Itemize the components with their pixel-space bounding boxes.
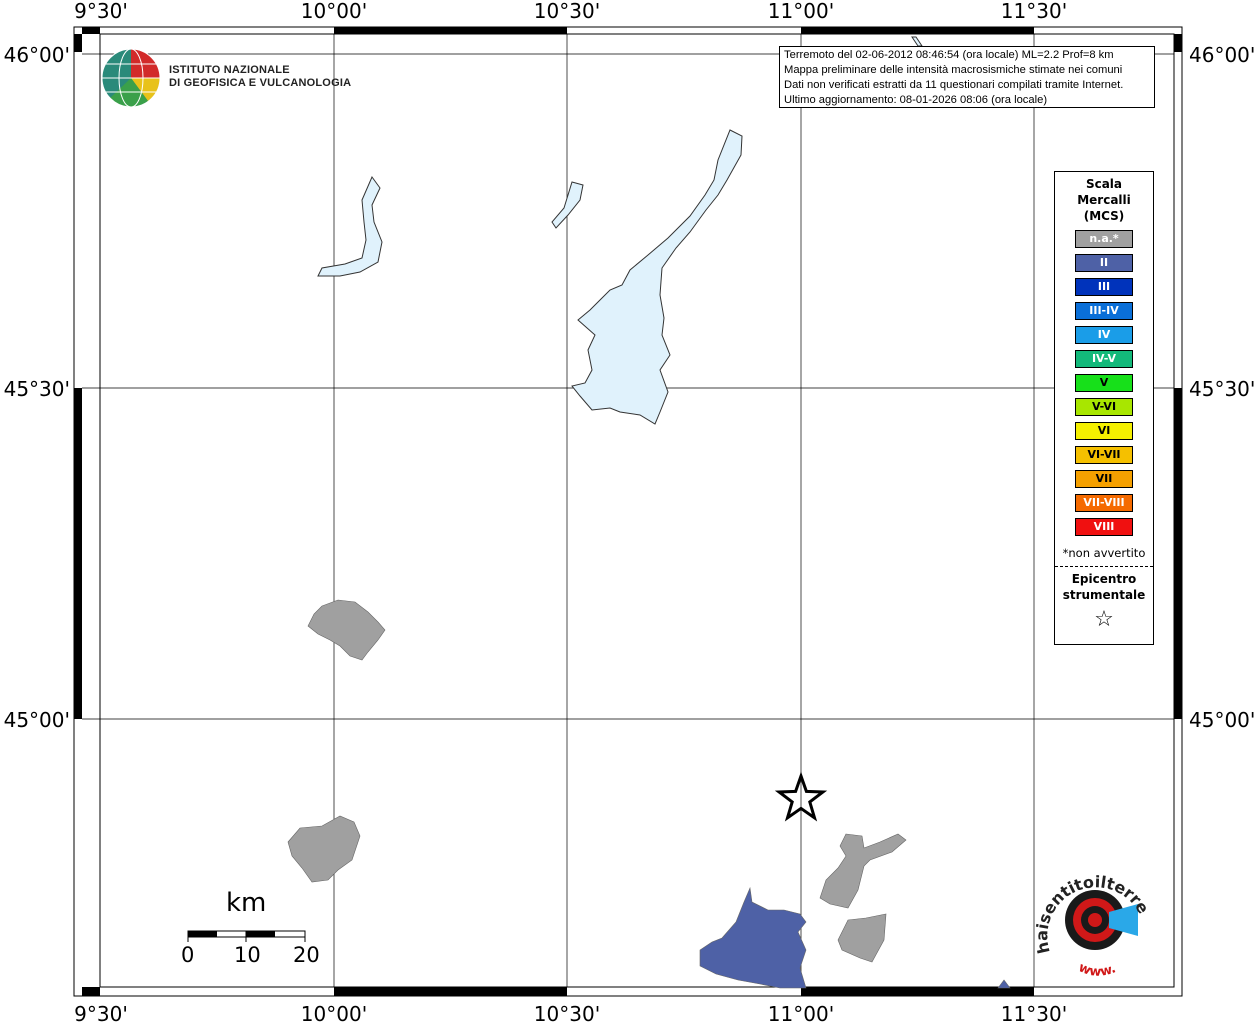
legend-swatch: II [1075,254,1133,272]
legend-title: Scala Mercalli (MCS) [1077,177,1131,223]
legend-note: *non avvertito [1062,546,1146,560]
svg-text:45°30': 45°30' [1189,377,1255,401]
ingv-logo-text: ISTITUTO NAZIONALE DI GEOFISICA E VULCAN… [169,64,351,90]
intensity-legend: Scala Mercalli (MCS) n.a.* II III III-IV IV I… [1054,171,1154,645]
left-lat-labels: 46°00' 45°30' 45°00' [4,43,70,732]
top-lon-labels: 9°30' 10°00' 10°30' 11°00' 11°30' [74,0,1067,23]
logo-line2: DI GEOFISICA E VULCANOLOGIA [169,77,352,89]
svg-text:11°30': 11°30' [1001,1002,1067,1024]
legend-swatch: IV [1075,326,1133,344]
svg-text:10°30': 10°30' [534,1002,600,1024]
legend-swatch: IV-V [1075,350,1133,368]
right-lat-labels: 46°00' 45°30' 45°00' [1189,43,1255,732]
legend-star-icon: ☆ [1094,607,1114,632]
legend-swatch: VI [1075,422,1133,440]
scale-label-10: 10 [234,943,261,967]
svg-text:45°00': 45°00' [4,708,70,732]
svg-text:11°00': 11°00' [768,1002,834,1024]
svg-text:46°00': 46°00' [4,43,70,67]
info-line2: Mappa preliminare delle intensità macros… [784,64,1123,76]
legend-swatch: V-VI [1075,398,1133,416]
svg-text:10°30': 10°30' [534,0,600,23]
svg-text:9°30': 9°30' [74,1002,128,1024]
svg-text:10°00': 10°00' [301,1002,367,1024]
hsit-logo-icon[interactable]: haisentitoilterremoto.it www. [1030,862,1160,982]
legend-swatch: VIII [1075,518,1133,536]
legend-items: n.a.* II III III-IV IV IV-V V V-VI VI VI-VII VII VI… [1055,230,1153,536]
ingv-globe-icon [101,48,161,108]
info-line4: Ultimo aggiornamento: 08-01-2026 08:06 (… [784,94,1048,106]
legend-swatch: III-IV [1075,302,1133,320]
logo-line1: ISTITUTO NAZIONALE [169,64,290,76]
svg-text:45°30': 45°30' [4,377,70,401]
legend-swatch: VII-VIII [1075,494,1133,512]
info-line3: Dati non verificati estratti da 11 quest… [784,79,1124,91]
svg-text:46°00': 46°00' [1189,43,1255,67]
svg-text:11°00': 11°00' [768,0,834,23]
svg-text:45°00': 45°00' [1189,708,1255,732]
legend-swatch: n.a.* [1075,230,1133,248]
hsit-www: www. [1076,960,1118,980]
bottom-lon-labels: 9°30' 10°00' 10°30' 11°00' 11°30' [74,1002,1067,1024]
legend-swatch: VII [1075,470,1133,488]
scale-label-20: 20 [293,943,320,967]
map-frame [99,33,1175,988]
svg-text:www.: www. [1076,960,1118,980]
legend-swatch: VI-VII [1075,446,1133,464]
scale-bar-title: km [226,888,267,918]
legend-swatch: III [1075,278,1133,296]
svg-text:9°30': 9°30' [74,0,128,23]
legend-epicentre-label: Epicentro strumentale [1062,572,1146,602]
event-info-box: Terremoto del 02-06-2012 08:46:54 (ora l… [779,46,1155,108]
svg-text:11°30': 11°30' [1001,0,1067,23]
svg-text:10°00': 10°00' [301,0,367,23]
legend-separator [1055,566,1153,567]
scale-label-0: 0 [181,943,195,967]
info-line1: Terremoto del 02-06-2012 08:46:54 (ora l… [784,49,1114,61]
legend-swatch: V [1075,374,1133,392]
